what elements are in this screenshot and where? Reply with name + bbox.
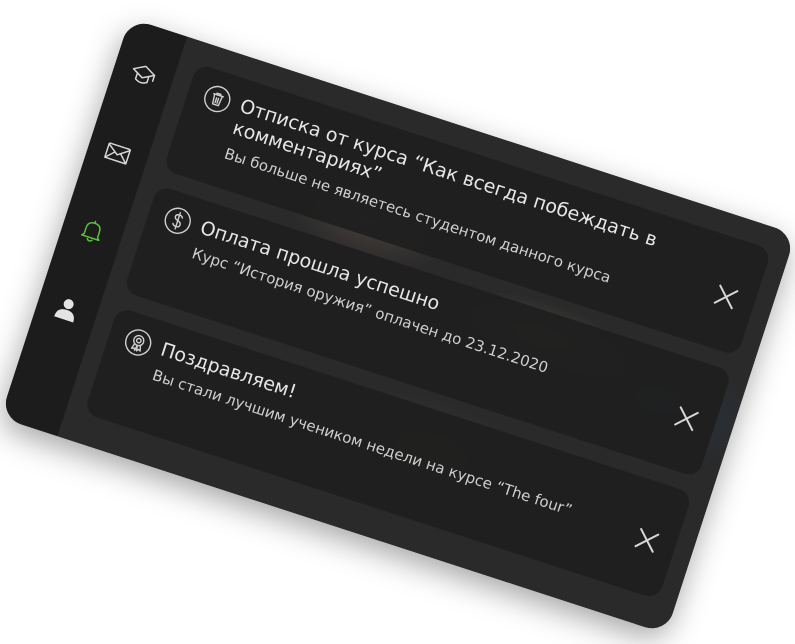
close-button[interactable] (631, 524, 664, 557)
dollar-icon (160, 203, 195, 238)
stage: Отписка от курса “Как всегда побеждать в… (0, 0, 795, 644)
close-icon (634, 528, 660, 553)
close-button[interactable] (710, 281, 743, 314)
notification-list: Отписка от курса “Как всегда побеждать в… (79, 63, 772, 615)
bell-icon (80, 220, 101, 242)
close-button[interactable] (670, 402, 703, 435)
user-icon (54, 299, 74, 323)
notifications-panel: Отписка от курса “Как всегда побеждать в… (0, 18, 795, 634)
mail-icon (104, 142, 131, 165)
award-icon (121, 325, 156, 360)
close-icon (674, 406, 699, 432)
trash-icon (200, 81, 235, 116)
graduation-cap-icon (132, 65, 156, 84)
close-icon (713, 284, 739, 310)
